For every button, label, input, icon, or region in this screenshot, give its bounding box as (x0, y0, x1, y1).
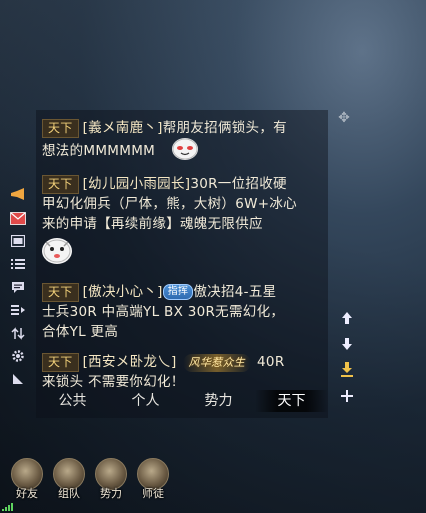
channel-tag[interactable]: 天下 (42, 119, 79, 138)
mentor-button[interactable]: 师徒 (132, 458, 174, 506)
channel-tabs: 公共 个人 势力 天下 (36, 389, 328, 413)
mail-icon[interactable] (9, 209, 27, 227)
sender-name[interactable]: [傲决小心丶] (83, 284, 163, 300)
message-text: 傲决招4-五星 (193, 284, 277, 300)
corner-resize-icon[interactable] (9, 370, 27, 388)
chat-message: 天下 [西安メ卧龙乀] 风华惹众生 40R 来锁头 不需要你幻化！ (42, 352, 328, 392)
message-text: 合体YL 更高 (42, 324, 119, 340)
sender-name[interactable]: [義メ南鹿丶] (83, 120, 163, 136)
tab-personal[interactable]: 个人 (109, 390, 182, 412)
commander-badge: 指挥 (162, 284, 194, 300)
tab-public[interactable]: 公共 (36, 390, 109, 412)
channel-tag[interactable]: 天下 (42, 353, 79, 372)
mentor-icon (137, 458, 169, 490)
sender-name[interactable]: [西安メ卧龙乀] (83, 354, 177, 370)
sender-name[interactable]: [幼儿园小雨园长] (83, 176, 191, 192)
exchange-icon[interactable] (9, 324, 27, 342)
channel-tag[interactable]: 天下 (42, 283, 79, 302)
arrow-up-icon[interactable] (337, 308, 357, 328)
chat-left-toolbar (4, 186, 32, 393)
gear-icon[interactable] (9, 347, 27, 365)
faction-scroll-icon (95, 458, 127, 490)
friends-icon (11, 458, 43, 490)
mentor-label: 师徒 (142, 487, 164, 500)
message-text: 来的申请【再续前缘】魂魄无限供应 (42, 216, 263, 232)
chat-message: 天下 [傲决小心丶] 指挥 傲决招4-五星 士兵30R 中高端YL BX 30R无需幻… (42, 282, 328, 342)
emoji-sticker-icon (42, 238, 72, 264)
message-text: 来锁头 不需要你幻化！ (42, 374, 185, 390)
channel-tag[interactable]: 天下 (42, 175, 79, 194)
message-text: 想法的MMMMMM (42, 143, 156, 159)
chat-message: 天下 [義メ南鹿丶]帮朋友招俩锁头，有 想法的MMMMMM (42, 118, 328, 161)
message-text: 甲幻化佣兵（尸体，熊，大树）6W+冰心 (42, 196, 297, 212)
megaphone-icon[interactable] (9, 186, 27, 204)
emoji-sticker-icon (171, 138, 198, 160)
team-button[interactable]: 组队 (48, 458, 90, 506)
friends-button[interactable]: 好友 (6, 458, 48, 506)
team-label: 组队 (58, 487, 80, 500)
chat-message: 天下 [幼儿园小雨园长]30R一位招收硬 甲幻化佣兵（尸体，熊，大树）6W+冰心 … (42, 174, 328, 265)
faction-label: 势力 (100, 487, 122, 500)
tab-faction[interactable]: 势力 (182, 390, 255, 412)
tab-world[interactable]: 天下 (255, 390, 328, 412)
friends-label: 好友 (16, 487, 38, 500)
move-handle-icon[interactable]: ✥ (336, 110, 352, 126)
message-text: 40R (257, 354, 285, 370)
message-text: 帮朋友招俩锁头，有 (162, 120, 287, 136)
window-icon[interactable] (9, 232, 27, 250)
team-flag-icon (53, 458, 85, 490)
scroll-to-bottom-icon[interactable] (337, 360, 357, 380)
message-text: 30R一位招收硬 (190, 176, 287, 192)
chat-right-toolbar (336, 308, 358, 412)
plus-icon[interactable] (337, 386, 357, 406)
bottom-social-bar: 好友 组队 势力 师徒 (6, 458, 176, 506)
title-badge: 风华惹众生 (182, 354, 252, 372)
speech-bubble-icon[interactable] (9, 278, 27, 296)
message-text: 士兵30R 中高端YL BX 30R无需幻化， (42, 304, 285, 320)
list-icon[interactable] (9, 255, 27, 273)
arrow-down-icon[interactable] (337, 334, 357, 354)
faction-button[interactable]: 势力 (90, 458, 132, 506)
filter-icon[interactable] (9, 301, 27, 319)
signal-strength-icon (2, 503, 14, 511)
